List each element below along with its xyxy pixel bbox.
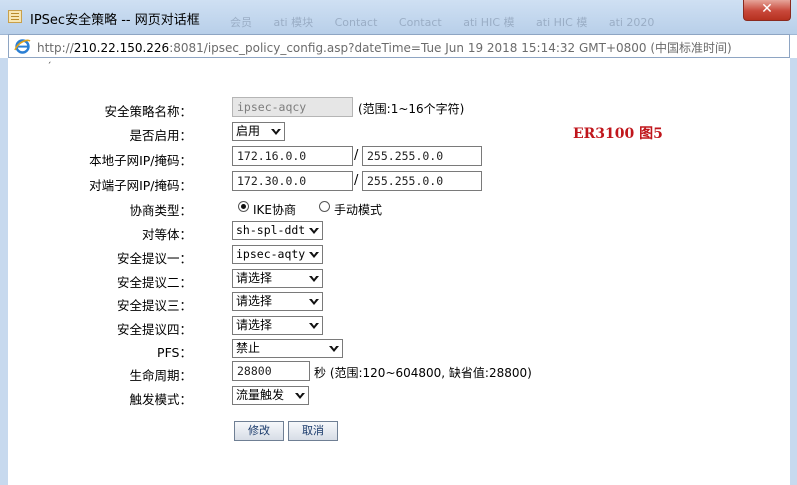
- chevron-down-icon: [309, 322, 319, 329]
- slash-separator: /: [354, 148, 359, 163]
- enabled-select[interactable]: 启用: [232, 122, 285, 141]
- lifetime-label: 生命周期：: [129, 368, 192, 383]
- background-tab: ati 2020: [608, 16, 655, 29]
- proposal1-select[interactable]: ipsec-aqty: [232, 245, 323, 264]
- pfs-label: PFS：: [157, 345, 192, 360]
- peer-select-value: sh-spl-ddt: [236, 223, 306, 237]
- remote-subnet-label: 对端子网IP/掩码：: [89, 178, 192, 193]
- trigger-select[interactable]: 流量触发: [232, 386, 309, 405]
- background-taskbar: 会员 ati 模块 Contact Contact ati HIC 模 ati …: [230, 14, 672, 30]
- close-button[interactable]: ✕: [743, 0, 791, 21]
- local-subnet-label: 本地子网IP/掩码：: [89, 153, 192, 168]
- ike-radio[interactable]: [238, 201, 249, 212]
- proposal3-label: 安全提议三：: [116, 298, 192, 313]
- close-icon: ✕: [761, 1, 773, 17]
- lifetime-hint: 秒 (范围:120~604800, 缺省值:28800): [314, 366, 532, 380]
- chevron-down-icon: [271, 128, 281, 135]
- background-tab: ati HIC 模: [536, 16, 588, 29]
- local-ip-input[interactable]: [232, 146, 353, 166]
- proposal2-label: 安全提议二：: [116, 275, 192, 290]
- local-mask-input[interactable]: [362, 146, 482, 166]
- modify-button[interactable]: 修改: [234, 421, 284, 441]
- chevron-down-icon: [329, 345, 339, 352]
- background-tab: 会员: [230, 16, 252, 29]
- proposal4-select-value: 请选择: [236, 318, 273, 332]
- address-bar[interactable]: http://210.22.150.226:8081/ipsec_policy_…: [8, 34, 790, 58]
- page-url: http://210.22.150.226:8081/ipsec_policy_…: [37, 41, 732, 55]
- enabled-label: 是否启用：: [129, 128, 192, 143]
- proposal1-select-value: ipsec-aqty: [236, 247, 306, 261]
- peer-label: 对等体：: [141, 227, 192, 242]
- ie-icon: [14, 39, 31, 54]
- proposal1-label: 安全提议一：: [116, 251, 192, 266]
- trigger-select-value: 流量触发: [236, 388, 285, 402]
- enabled-select-value: 启用: [236, 124, 261, 138]
- pfs-select-value: 禁止: [236, 341, 261, 355]
- background-tab: Contact: [334, 16, 378, 29]
- negotiation-label: 协商类型：: [129, 203, 192, 218]
- proposal3-select-value: 请选择: [236, 294, 273, 308]
- proposal2-select-value: 请选择: [236, 271, 273, 285]
- manual-radio-label: 手动模式: [334, 203, 383, 217]
- dialog-title: IPSec安全策略 -- 网页对话框: [30, 13, 200, 28]
- remote-mask-input[interactable]: [362, 171, 482, 191]
- cancel-button[interactable]: 取消: [288, 421, 338, 441]
- policy-name-hint: (范围:1~16个字符): [358, 102, 465, 116]
- proposal3-select[interactable]: 请选择: [232, 292, 323, 311]
- policy-name-input[interactable]: [232, 97, 353, 117]
- figure-annotation: ER3100 图5: [573, 126, 663, 142]
- proposal4-select[interactable]: 请选择: [232, 316, 323, 335]
- dialog-titlebar: IPSec安全策略 -- 网页对话框 会员 ati 模块 Contact Con…: [0, 0, 797, 35]
- pfs-select[interactable]: 禁止: [232, 339, 343, 358]
- policy-name-label: 安全策略名称：: [104, 104, 192, 119]
- lifetime-input[interactable]: [232, 361, 310, 381]
- proposal2-select[interactable]: 请选择: [232, 269, 323, 288]
- window-frame-right: [790, 58, 797, 485]
- chevron-down-icon: [309, 298, 319, 305]
- background-tab: Contact: [398, 16, 442, 29]
- ike-radio-label: IKE协商: [253, 203, 296, 217]
- chevron-down-icon: [309, 251, 319, 258]
- corner-mark: ˊ: [47, 62, 52, 72]
- chevron-down-icon: [309, 275, 319, 282]
- manual-radio[interactable]: [319, 201, 330, 212]
- trigger-label: 触发模式：: [129, 392, 192, 407]
- document-icon: [8, 10, 22, 23]
- chevron-down-icon: [309, 227, 319, 234]
- slash-separator: /: [354, 173, 359, 188]
- chevron-down-icon: [295, 392, 305, 399]
- remote-ip-input[interactable]: [232, 171, 353, 191]
- proposal4-label: 安全提议四：: [116, 322, 192, 337]
- peer-select[interactable]: sh-spl-ddt: [232, 221, 323, 240]
- background-tab: ati HIC 模: [463, 16, 515, 29]
- background-tab: ati 模块: [273, 16, 314, 29]
